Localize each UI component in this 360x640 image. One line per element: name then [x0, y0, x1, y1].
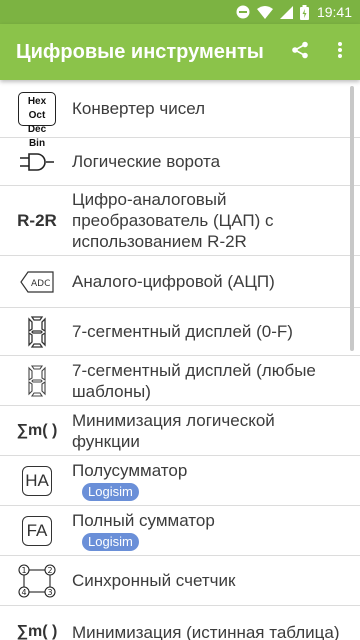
more-vert-icon: [337, 41, 343, 64]
list-item-label: 7-сегментный дисплей (любые шаблоны): [72, 360, 316, 401]
list-item-label: Аналого-цифровой (АЦП): [72, 272, 275, 291]
logisim-badge: Logisim: [82, 533, 139, 551]
seven-segment-icon: [16, 312, 58, 352]
list-item-label: Полный сумматор: [72, 511, 215, 530]
icon-text: 2: [47, 566, 52, 575]
share-icon: [291, 41, 309, 64]
tools-list: Hex Oct Dec Bin Конвертер чисел Логическ…: [0, 80, 360, 640]
list-item-logic-minimization[interactable]: ∑m( ) Минимизация логической функции: [0, 406, 360, 456]
icon-text: 3: [47, 588, 52, 597]
app-title: Цифровые инструменты: [16, 40, 264, 63]
wifi-icon: [256, 5, 273, 19]
list-item-label: 7-сегментный дисплей (0-F): [72, 322, 293, 341]
icon-text-line: Hex Oct: [27, 95, 47, 121]
more-options-button[interactable]: [320, 24, 360, 80]
signal-icon: [279, 5, 293, 19]
list-item-synchronous-counter[interactable]: 1 2 3 4 Синхронный счетчик: [0, 556, 360, 606]
list-item-number-converter[interactable]: Hex Oct Dec Bin Конвертер чисел: [0, 80, 360, 149]
logisim-badge: Logisim: [82, 483, 139, 501]
icon-text: ADC: [31, 279, 50, 289]
logic-gate-icon: [16, 142, 58, 182]
full-adder-icon: FA: [16, 511, 58, 551]
r2r-icon: R-2R: [16, 201, 58, 241]
list-item-full-adder[interactable]: FA Полный сумматор Logisim: [0, 506, 360, 556]
seven-segment-outline-icon: [16, 361, 58, 401]
sync-counter-icon: 1 2 3 4: [16, 561, 58, 601]
icon-text: HA: [22, 465, 52, 496]
icon-text: 4: [21, 588, 26, 597]
list-item-seven-segment-hex[interactable]: 7-сегментный дисплей (0-F): [0, 308, 360, 356]
icon-text: 1: [21, 566, 26, 575]
list-item-logic-gates[interactable]: Логические ворота: [0, 138, 360, 186]
battery-icon: [299, 4, 309, 20]
list-item-truth-table-minimization[interactable]: ∑m( ) Минимизация (истинная таблица): [0, 606, 360, 640]
icon-text: R-2R: [17, 210, 57, 230]
sum-of-minterms-icon: ∑m( ): [16, 612, 58, 640]
status-bar: 19:41: [0, 0, 360, 24]
icon-text: ∑m( ): [16, 421, 58, 439]
icon-text: FA: [22, 515, 52, 546]
app-bar: Цифровые инструменты: [0, 24, 360, 80]
list-item-label: Полусумматор: [72, 461, 188, 480]
list-item-half-adder[interactable]: HA Полусумматор Logisim: [0, 456, 360, 506]
status-time: 19:41: [316, 4, 352, 20]
share-button[interactable]: [280, 24, 320, 80]
list-item-seven-segment-patterns[interactable]: 7-сегментный дисплей (любые шаблоны): [0, 356, 360, 406]
hex-oct-dec-bin-icon: Hex Oct Dec Bin: [16, 89, 58, 149]
list-item-label: Цифро-аналоговый преобразователь (ЦАП) с…: [72, 190, 274, 251]
icon-text: ∑m( ): [16, 623, 58, 640]
adc-icon: ADC: [16, 262, 58, 302]
list-item-label: Логические ворота: [72, 152, 221, 171]
do-not-disturb-icon: [236, 5, 250, 19]
list-item-dac-r2r[interactable]: R-2R Цифро-аналоговый преобразователь (Ц…: [0, 186, 360, 256]
list-item-label: Минимизация (истинная таблица): [72, 622, 340, 640]
scrollbar[interactable]: [350, 86, 354, 351]
list-item-adc[interactable]: ADC Аналого-цифровой (АЦП): [0, 256, 360, 308]
list-item-label: Минимизация логической функции: [72, 410, 275, 451]
list-item-label: Конвертер чисел: [72, 99, 206, 118]
list-item-label: Синхронный счетчик: [72, 571, 236, 590]
sum-of-minterms-icon: ∑m( ): [16, 411, 58, 451]
half-adder-icon: HA: [16, 461, 58, 501]
